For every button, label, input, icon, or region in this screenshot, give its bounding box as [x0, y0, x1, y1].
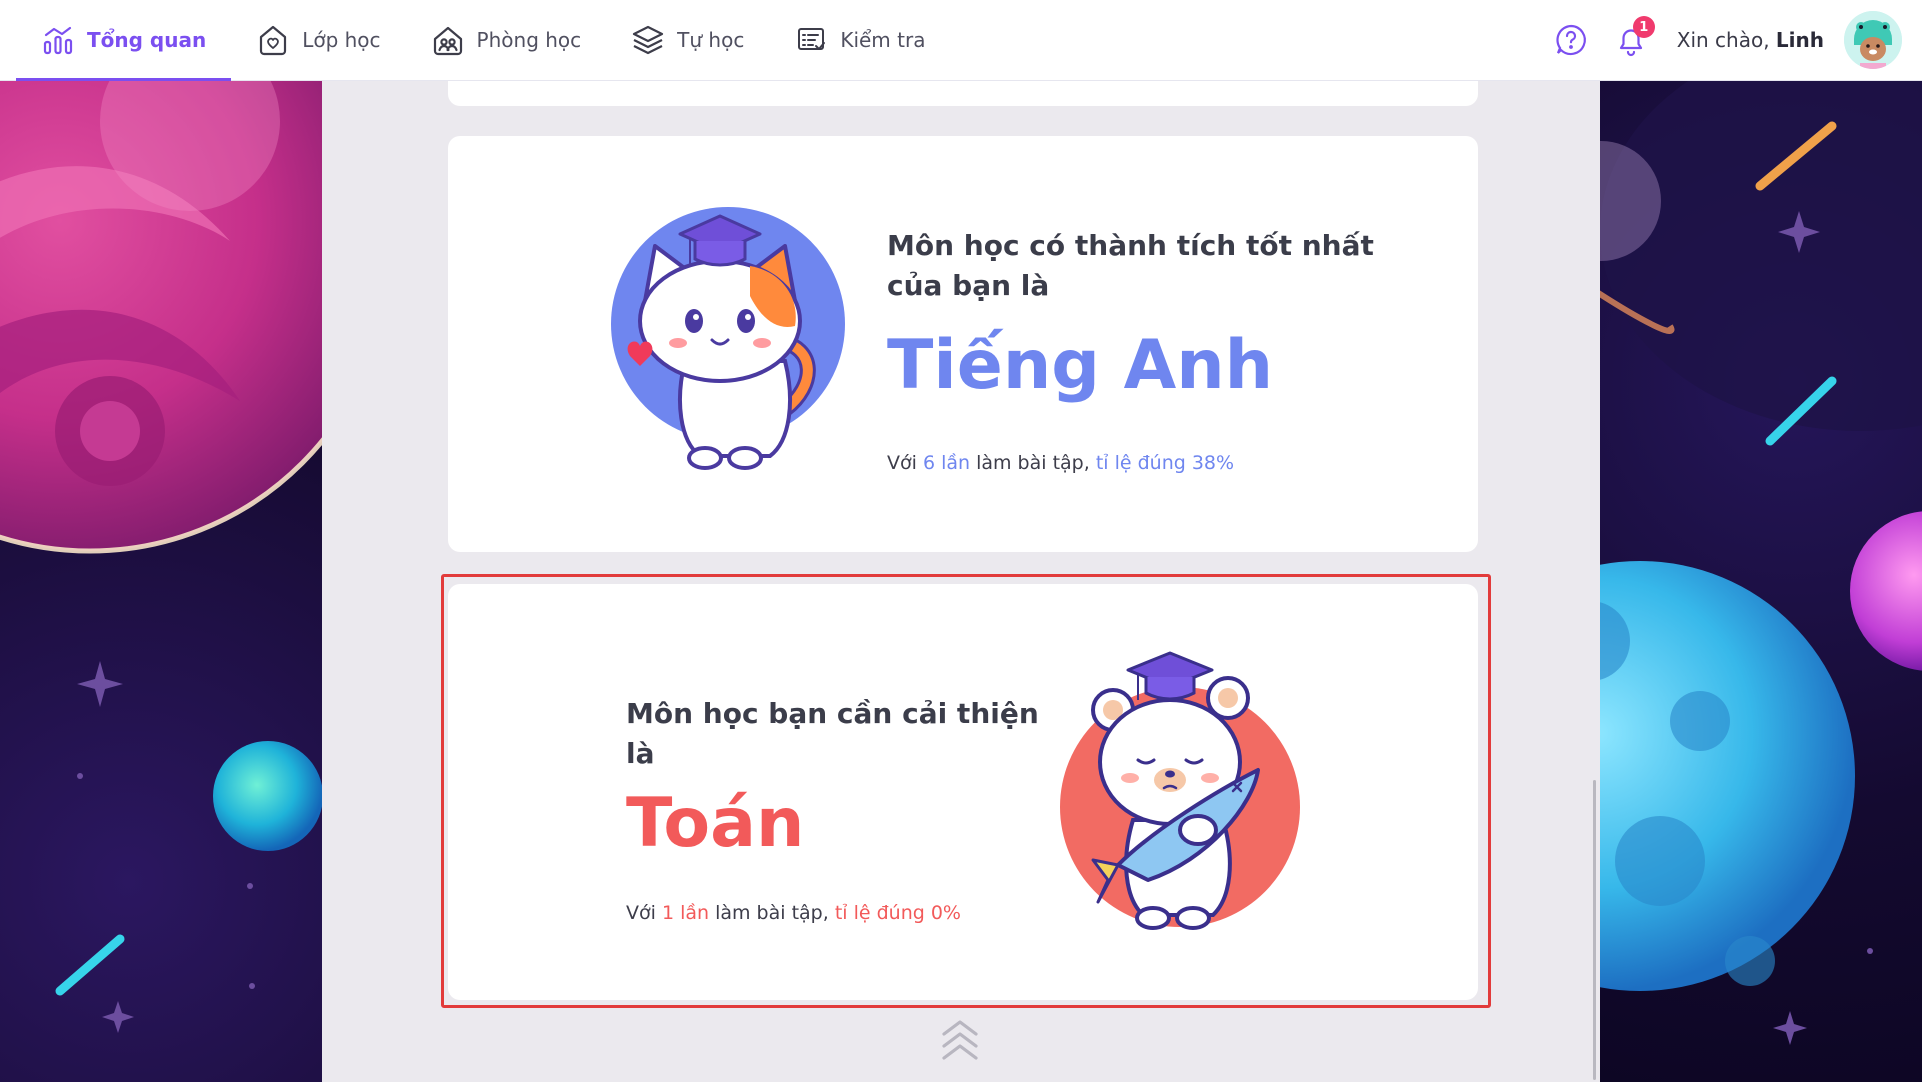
- nav-phong-hoc[interactable]: Phòng học: [406, 0, 607, 81]
- highlight-frame: [441, 574, 1491, 1008]
- class-heart-icon: [256, 23, 290, 57]
- nav-label: Lớp học: [302, 28, 381, 52]
- space-background-left: [0, 81, 322, 1082]
- best-subject-info: Môn học có thành tích tốt nhất của bạn l…: [887, 226, 1387, 474]
- header-tools: 1 Xin chào, Linh: [1551, 11, 1902, 69]
- scroll-up-icon[interactable]: [940, 1018, 980, 1062]
- stat-prefix: Với: [887, 452, 923, 474]
- user-avatar[interactable]: [1844, 11, 1902, 69]
- layers-icon: [631, 23, 665, 57]
- stat-middle: làm bài tập,: [970, 452, 1096, 474]
- stat-rate: tỉ lệ đúng 38%: [1095, 452, 1235, 474]
- nav-tu-hoc[interactable]: Tự học: [606, 0, 769, 81]
- test-checklist-icon: [794, 23, 828, 57]
- space-background-right: [1600, 81, 1922, 1082]
- nav-lop-hoc[interactable]: Lớp học: [231, 0, 405, 81]
- classroom-people-icon: [431, 23, 465, 57]
- main-nav: Tổng quan Lớp học Phòng học Tự học Kiểm …: [16, 0, 950, 81]
- best-subject-stats: Với 6 lần làm bài tập, tỉ lệ đúng 38%: [887, 452, 1387, 474]
- stat-count: 6 lần: [922, 452, 971, 474]
- nav-label: Tổng quan: [87, 28, 207, 52]
- greeting-text: Xin chào, Linh: [1677, 28, 1824, 52]
- help-icon[interactable]: [1551, 20, 1591, 60]
- nav-tong-quan[interactable]: Tổng quan: [16, 0, 232, 81]
- user-name: Linh: [1775, 28, 1824, 52]
- top-navigation-bar: Tổng quan Lớp học Phòng học Tự học Kiểm …: [0, 0, 1922, 81]
- nav-label: Phòng học: [476, 28, 582, 52]
- nav-label: Tự học: [677, 28, 745, 52]
- best-subject-heading: Môn học có thành tích tốt nhất của bạn l…: [887, 229, 1374, 302]
- vertical-scrollbar[interactable]: [1593, 780, 1596, 1080]
- cat-illustration: [610, 206, 860, 486]
- notification-bell-icon[interactable]: 1: [1611, 16, 1655, 60]
- nav-kiem-tra[interactable]: Kiểm tra: [769, 0, 950, 81]
- chart-icon: [41, 23, 75, 57]
- notification-badge: 1: [1632, 16, 1655, 38]
- nav-label: Kiểm tra: [840, 28, 926, 52]
- best-subject-name: Tiếng Anh: [887, 326, 1274, 405]
- greeting-prefix: Xin chào,: [1676, 28, 1776, 52]
